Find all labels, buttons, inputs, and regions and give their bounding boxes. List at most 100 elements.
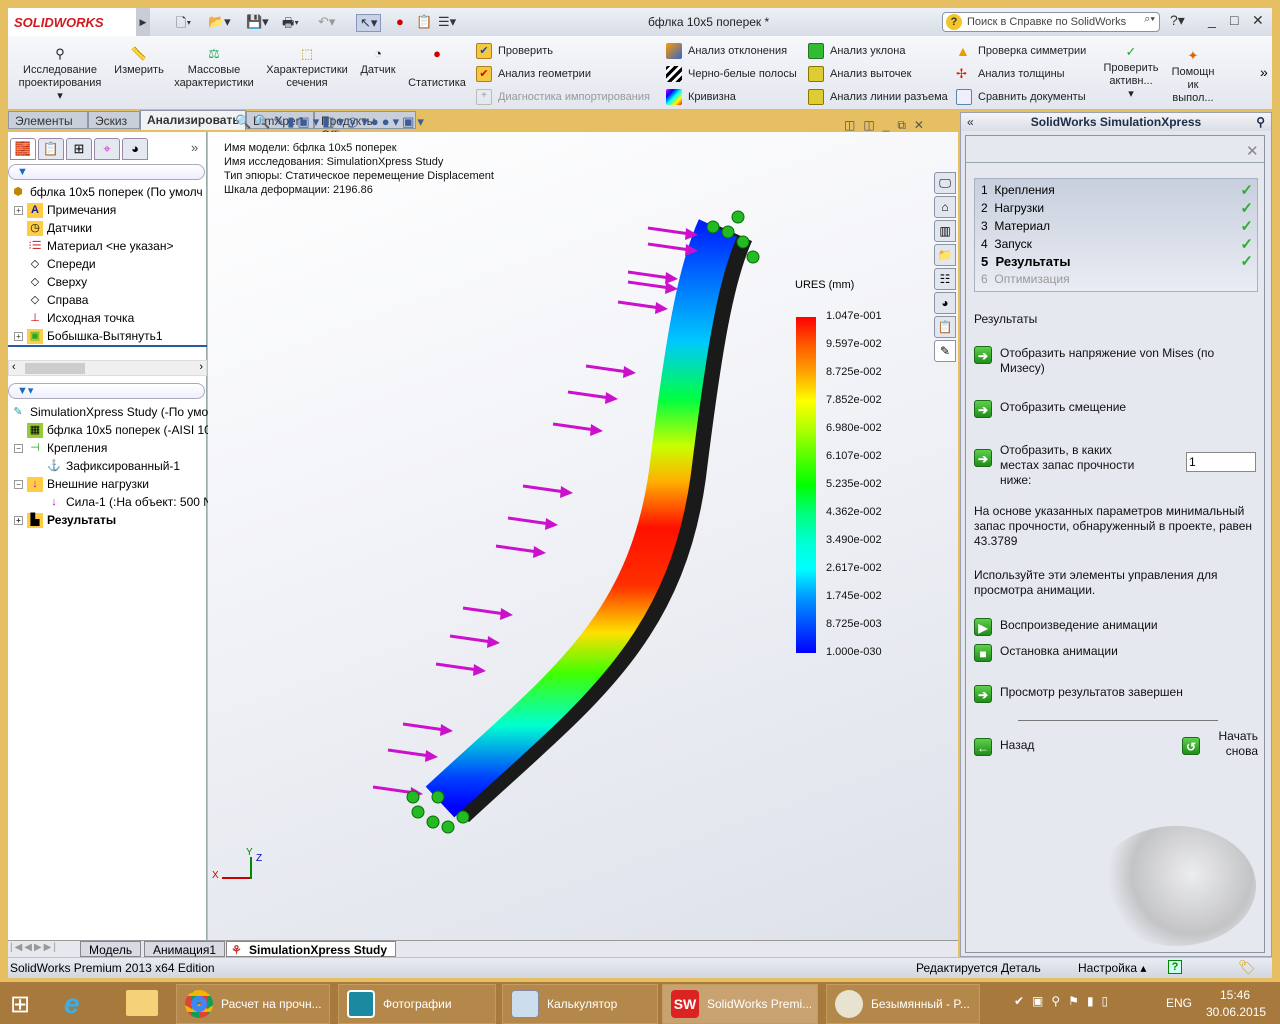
settings-menu[interactable]: Настройка ▴ (1078, 961, 1146, 975)
graphics-viewport[interactable]: Имя модели: бфлка 10x5 поперек Имя иссле… (208, 118, 958, 940)
solidworks-logo[interactable]: SOLIDWORKS (8, 8, 136, 36)
sim-tree-root[interactable]: ✎ SimulationXpress Study (-По умо (10, 403, 208, 421)
view-palette-tab-icon[interactable]: ☷ (934, 268, 956, 290)
curvature-button[interactable]: Кривизна (666, 89, 736, 105)
expand-icon[interactable]: + (14, 331, 23, 341)
collapse-icon[interactable]: − (14, 443, 23, 453)
collapse-pane-icon[interactable]: « (967, 113, 974, 131)
taskbar-photos[interactable]: Фотографии (338, 984, 496, 1024)
tab-simulationxpress-study[interactable]: ⚘ SimulationXpress Study (226, 941, 397, 957)
maximize-button[interactable]: □ (1230, 12, 1238, 28)
simulationxpress-tab-icon[interactable]: ✎ (934, 340, 956, 362)
taskbar-calculator[interactable]: Калькулятор (502, 984, 658, 1024)
sensor-button[interactable]: ◔ Датчик (346, 46, 410, 77)
close-button[interactable]: ✕ (1252, 12, 1264, 29)
feature-tree-filter[interactable]: ▼ (8, 164, 205, 180)
tree-root[interactable]: ⬢ бфлка 10x5 поперек (По умолч (10, 183, 202, 201)
panel-splitter[interactable] (8, 345, 207, 347)
file-explorer-tab-icon[interactable]: 📁 (934, 244, 956, 266)
file-explorer-icon[interactable] (126, 990, 158, 1016)
clock-time[interactable]: 15:46 (1220, 988, 1250, 1002)
options-icon[interactable]: 📋 (416, 14, 432, 30)
tree-item-boss-extrude[interactable]: + ▣ Бобышка-Вытянуть1 (14, 327, 163, 345)
custom-properties-tab-icon[interactable]: 📋 (934, 316, 956, 338)
tree-item-origin[interactable]: ⊥ Исходная точка (27, 309, 134, 327)
open-icon[interactable]: 📂▾ (208, 14, 231, 30)
compare-documents-button[interactable]: Сравнить документы (956, 89, 1086, 105)
internet-explorer-icon[interactable]: e (64, 988, 80, 1020)
system-tray-icons[interactable]: ✔▣⚲⚑▮▯ (1014, 994, 1116, 1008)
import-diagnostics-button[interactable]: + Диагностика импортирования (476, 89, 650, 105)
windows-start-icon[interactable]: ⊞ (10, 990, 30, 1019)
expand-icon[interactable]: + (14, 515, 23, 525)
start-over-button[interactable]: ↺ Начать снова (1182, 729, 1262, 759)
step-material[interactable]: 3 Материал ✓ (981, 218, 1253, 235)
viewport-window-controls[interactable]: ◫◫_⧉✕ (844, 118, 932, 133)
tab-animation1[interactable]: Анимация1 (144, 941, 226, 957)
sim-tree-results[interactable]: + ▙ Результаты (14, 511, 116, 529)
sim-tree-external-loads[interactable]: − ↓ Внешние нагрузки (14, 475, 149, 493)
rebuild-icon[interactable]: ● (396, 14, 404, 29)
zebra-stripes-button[interactable]: Черно-белые полосы (666, 66, 797, 82)
undo-icon[interactable]: ↶▾ (318, 14, 335, 30)
horizontal-scrollbar[interactable]: ‹ › (8, 360, 207, 376)
play-animation-button[interactable]: ▶ Воспроизведение анимации (974, 618, 1158, 636)
tree-item-material[interactable]: ⁝☰ Материал <не указан> (27, 237, 173, 255)
show-displacement-button[interactable]: ➔ Отобразить смещение (974, 400, 1126, 418)
home-tab-icon[interactable]: ⌂ (934, 196, 956, 218)
close-icon[interactable]: ✕ (1246, 142, 1259, 160)
tree-item-top-plane[interactable]: ◇ Сверху (27, 273, 87, 291)
configuration-manager-tab-icon[interactable]: ⊞ (66, 138, 92, 160)
dimxpert-manager-tab-icon[interactable]: ⌖ (94, 138, 120, 160)
display-manager-tab-icon[interactable]: ◕ (122, 138, 148, 160)
sim-tree-part[interactable]: ▦ бфлка 10x5 поперек (-AISI 10 (27, 421, 211, 439)
sim-tree-fixtures[interactable]: − ⊣ Крепления (14, 439, 107, 457)
check-button[interactable]: ✔ Проверить (476, 43, 553, 59)
sim-tree-fixed-1[interactable]: ⚓ Зафиксированный-1 (46, 457, 180, 475)
tag-icon[interactable]: 🏷 (1238, 959, 1256, 976)
tab-model[interactable]: Модель (80, 941, 142, 957)
tree-item-annotations[interactable]: + A Примечания (14, 201, 116, 219)
help-icon[interactable]: ? (1168, 960, 1182, 974)
help-search-input[interactable]: ? Поиск в Справке по SolidWorks ⌕▾ (942, 12, 1160, 32)
sim-tree-filter[interactable]: ▼▾ (8, 383, 205, 399)
parting-line-analysis-button[interactable]: Анализ линии разъема (808, 89, 948, 105)
clock-date[interactable]: 30.06.2015 (1206, 1005, 1266, 1019)
select-icon[interactable]: ↖▾ (356, 14, 382, 32)
tab-features[interactable]: Элементы (8, 111, 88, 129)
tab-scroll-arrows[interactable]: |◀◀▶▶| (10, 942, 58, 953)
ribbon-more-button[interactable]: » (1260, 64, 1268, 80)
design-study-button[interactable]: ⚲ Исследование проектирования ▾ (14, 46, 106, 103)
taskbar-solidworks[interactable]: SW SolidWorks Premi... (662, 984, 818, 1024)
heads-up-view-toolbar[interactable]: 🔍🔍✎▮▣▾◧▾◎▾●●▾▣▾ (235, 114, 427, 130)
language-indicator[interactable]: ENG (1166, 996, 1192, 1010)
fos-threshold-input[interactable] (1186, 452, 1256, 472)
thickness-analysis-button[interactable]: ✢ Анализ толщины (956, 66, 1065, 82)
tab-sketch[interactable]: Эскиз (88, 111, 140, 129)
tab-evaluate[interactable]: Анализировать (140, 110, 246, 130)
collapse-icon[interactable]: − (14, 479, 23, 489)
appearances-tab-icon[interactable]: ◕ (934, 292, 956, 314)
help-menu-icon[interactable]: ?▾ (1170, 12, 1185, 29)
pin-icon[interactable]: ⚲ (1256, 113, 1265, 131)
new-document-icon[interactable]: 🗋▾ (176, 14, 191, 36)
undercut-analysis-button[interactable]: Анализ выточек (808, 66, 911, 82)
geometry-analysis-button[interactable]: ✔ Анализ геометрии (476, 66, 591, 82)
menu-expand-arrow[interactable]: ▶ (136, 8, 150, 36)
step-results[interactable]: 5 Результаты ✓ (981, 253, 1253, 270)
draft-analysis-button[interactable]: Анализ уклона (808, 43, 905, 59)
step-optimization[interactable]: 6 Оптимизация (981, 272, 1253, 286)
tree-item-front-plane[interactable]: ◇ Спереди (27, 255, 96, 273)
design-library-tab-icon[interactable]: ▥ (934, 220, 956, 242)
minimize-button[interactable]: _ (1208, 12, 1216, 28)
measure-button[interactable]: 📏 Измерить (112, 46, 166, 77)
symmetry-check-button[interactable]: ▲ Проверка симметрии (956, 43, 1086, 59)
sim-tree-force-1[interactable]: ↓ Сила-1 (:На объект: 500 N (46, 493, 212, 511)
tree-item-sensors[interactable]: ◷ Датчики (27, 219, 92, 237)
mass-properties-button[interactable]: ⚖ Массовые характеристики (170, 46, 258, 90)
resources-tab-icon[interactable]: 🖵 (934, 172, 956, 194)
step-fixtures[interactable]: 1 Крепления ✓ (981, 182, 1253, 199)
section-properties-button[interactable]: ⬚ Характеристики сечения (262, 46, 352, 90)
done-viewing-results-button[interactable]: ➔ Просмотр результатов завершен (974, 685, 1183, 703)
back-button[interactable]: ← Назад (974, 738, 1034, 756)
